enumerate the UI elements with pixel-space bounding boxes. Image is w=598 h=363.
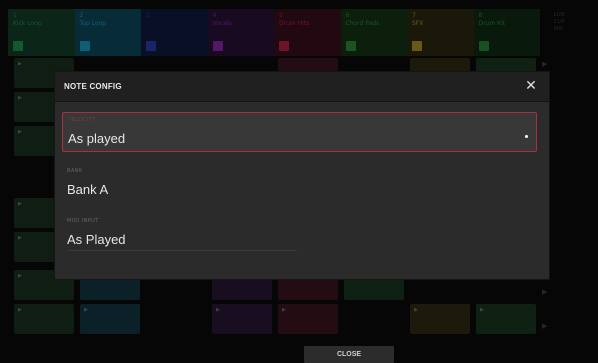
velocity-dropdown[interactable]: VELOCITY As played [62,112,537,152]
field-underline [67,250,297,251]
midi-input-label: MIDI INPUT [67,218,99,224]
dialog-header: NOTE CONFIG ✕ [55,72,549,102]
velocity-value: As played [68,131,126,146]
bank-value: Bank A [67,182,109,197]
close-icon[interactable]: ✕ [522,77,540,95]
note-config-dialog: NOTE CONFIG ✕ VELOCITY As played BANK Ba… [55,72,549,279]
dialog-title: NOTE CONFIG [64,82,122,91]
velocity-label: VELOCITY [68,117,96,123]
bank-field[interactable]: BANK Bank A [62,164,537,202]
close-button[interactable]: CLOSE [304,346,394,363]
bank-label: BANK [67,168,83,174]
midi-input-field[interactable]: MIDI INPUT As Played [62,214,537,252]
dropdown-indicator-icon [525,135,528,138]
midi-input-value: As Played [67,232,126,247]
